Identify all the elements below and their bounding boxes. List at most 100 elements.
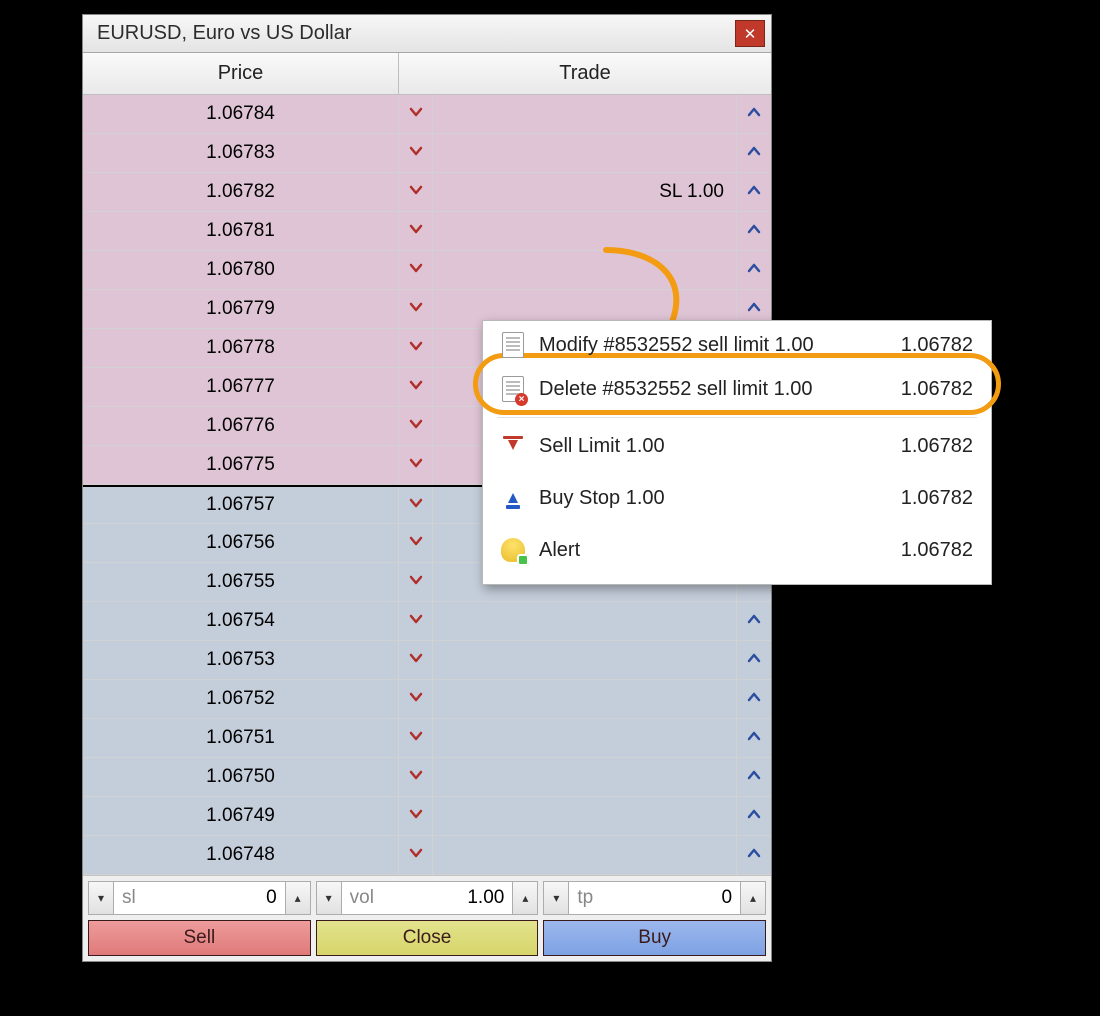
ctx-value: 1.06782 xyxy=(873,487,973,510)
price-row[interactable]: 1.06782SL 1.00 xyxy=(83,173,771,212)
sell-at-price[interactable] xyxy=(399,836,433,874)
buy-at-price[interactable] xyxy=(737,212,771,250)
sell-at-price[interactable] xyxy=(399,641,433,679)
price-row[interactable]: 1.06748 xyxy=(83,836,771,875)
price-row[interactable]: 1.06781 xyxy=(83,212,771,251)
ctx-value: 1.06782 xyxy=(873,378,973,401)
trade-cell xyxy=(433,134,737,172)
price-cell: 1.06750 xyxy=(83,758,399,796)
price-row[interactable]: 1.06751 xyxy=(83,719,771,758)
sell-at-price[interactable] xyxy=(399,368,433,406)
price-cell: 1.06777 xyxy=(83,368,399,406)
tp-stepper[interactable]: ▾ tp 0 ▴ xyxy=(543,881,766,915)
chevron-down-icon xyxy=(409,649,423,671)
chevron-down-icon[interactable]: ▾ xyxy=(543,881,569,915)
close-position-button[interactable]: Close xyxy=(316,920,539,956)
sl-value: 0 xyxy=(122,887,277,909)
chevron-down-icon[interactable]: ▾ xyxy=(88,881,114,915)
chevron-up-icon[interactable]: ▴ xyxy=(740,881,766,915)
ctx-item-sell-limit[interactable]: Sell Limit 1.00 1.06782 xyxy=(483,420,991,472)
sell-button[interactable]: Sell xyxy=(88,920,311,956)
trade-cell xyxy=(433,836,737,874)
price-row[interactable]: 1.06780 xyxy=(83,251,771,290)
chevron-up-icon[interactable]: ▴ xyxy=(512,881,538,915)
chevron-down-icon xyxy=(409,532,423,554)
sell-at-price[interactable] xyxy=(399,524,433,562)
chevron-down-icon xyxy=(409,415,423,437)
close-button[interactable]: ✕ xyxy=(735,20,765,47)
price-row[interactable]: 1.06754 xyxy=(83,602,771,641)
chevron-down-icon xyxy=(409,610,423,632)
ctx-label: Alert xyxy=(533,539,873,562)
sell-at-price[interactable] xyxy=(399,719,433,757)
sell-at-price[interactable] xyxy=(399,212,433,250)
chevron-down-icon[interactable]: ▾ xyxy=(316,881,342,915)
chevron-up-icon xyxy=(747,103,761,125)
sell-at-price[interactable] xyxy=(399,487,433,523)
sl-field[interactable]: sl 0 xyxy=(114,881,285,915)
sell-at-price[interactable] xyxy=(399,602,433,640)
sell-at-price[interactable] xyxy=(399,173,433,211)
buy-at-price[interactable] xyxy=(737,251,771,289)
buy-at-price[interactable] xyxy=(737,95,771,133)
buy-at-price[interactable] xyxy=(737,173,771,211)
price-row[interactable]: 1.06783 xyxy=(83,134,771,173)
price-row[interactable]: 1.06752 xyxy=(83,680,771,719)
price-row[interactable]: 1.06749 xyxy=(83,797,771,836)
price-cell: 1.06778 xyxy=(83,329,399,367)
buy-at-price[interactable] xyxy=(737,134,771,172)
sell-at-price[interactable] xyxy=(399,329,433,367)
titlebar: EURUSD, Euro vs US Dollar ✕ xyxy=(83,15,771,53)
header-trade: Trade xyxy=(399,53,771,94)
sell-at-price[interactable] xyxy=(399,680,433,718)
sl-stepper[interactable]: ▾ sl 0 ▴ xyxy=(88,881,311,915)
vol-stepper[interactable]: ▾ vol 1.00 ▴ xyxy=(316,881,539,915)
chevron-up-icon xyxy=(747,298,761,320)
buy-at-price[interactable] xyxy=(737,602,771,640)
buy-at-price[interactable] xyxy=(737,719,771,757)
buy-button[interactable]: Buy xyxy=(543,920,766,956)
buy-at-price[interactable] xyxy=(737,758,771,796)
sell-at-price[interactable] xyxy=(399,95,433,133)
ctx-label: Buy Stop 1.00 xyxy=(533,487,873,510)
sell-at-price[interactable] xyxy=(399,290,433,328)
price-row[interactable]: 1.06784 xyxy=(83,95,771,134)
price-cell: 1.06748 xyxy=(83,836,399,874)
trade-cell xyxy=(433,680,737,718)
price-row[interactable]: 1.06750 xyxy=(83,758,771,797)
chevron-up-icon xyxy=(747,220,761,242)
ctx-label: Delete #8532552 sell limit 1.00 xyxy=(533,378,873,401)
buy-stop-icon xyxy=(493,481,533,515)
price-cell: 1.06754 xyxy=(83,602,399,640)
trade-cell xyxy=(433,602,737,640)
ctx-value: 1.06782 xyxy=(873,334,973,357)
sell-at-price[interactable] xyxy=(399,251,433,289)
buy-at-price[interactable] xyxy=(737,641,771,679)
price-row[interactable]: 1.06753 xyxy=(83,641,771,680)
buy-at-price[interactable] xyxy=(737,797,771,835)
buy-at-price[interactable] xyxy=(737,680,771,718)
ctx-item-modify[interactable]: Modify #8532552 sell limit 1.00 1.06782 xyxy=(483,327,991,363)
price-cell: 1.06781 xyxy=(83,212,399,250)
sell-at-price[interactable] xyxy=(399,446,433,484)
sell-at-price[interactable] xyxy=(399,407,433,445)
trade-cell xyxy=(433,758,737,796)
chevron-up-icon[interactable]: ▴ xyxy=(285,881,311,915)
ctx-item-alert[interactable]: Alert 1.06782 xyxy=(483,524,991,576)
ctx-item-delete[interactable]: × Delete #8532552 sell limit 1.00 1.0678… xyxy=(483,363,991,415)
sell-at-price[interactable] xyxy=(399,758,433,796)
ctx-value: 1.06782 xyxy=(873,435,973,458)
buy-at-price[interactable] xyxy=(737,836,771,874)
vol-field[interactable]: vol 1.00 xyxy=(342,881,513,915)
trade-cell xyxy=(433,641,737,679)
footer-buttons: Sell Close Buy xyxy=(83,920,771,961)
sl-placeholder: sl xyxy=(122,887,136,909)
chevron-down-icon xyxy=(409,571,423,593)
sell-at-price[interactable] xyxy=(399,134,433,172)
price-cell: 1.06756 xyxy=(83,524,399,562)
tp-field[interactable]: tp 0 xyxy=(569,881,740,915)
sell-at-price[interactable] xyxy=(399,563,433,601)
header-price: Price xyxy=(83,53,399,94)
sell-at-price[interactable] xyxy=(399,797,433,835)
ctx-item-buy-stop[interactable]: Buy Stop 1.00 1.06782 xyxy=(483,472,991,524)
